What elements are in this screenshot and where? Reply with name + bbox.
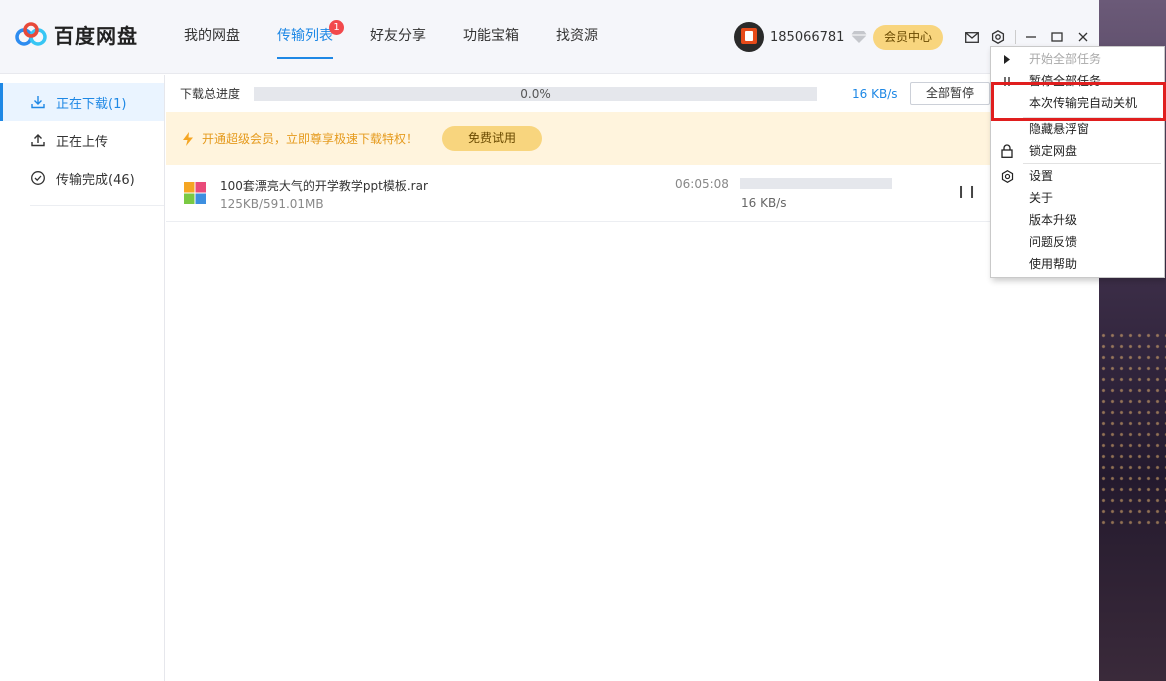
menu-item-feedback[interactable]: 问题反馈 xyxy=(991,231,1164,253)
menu-item-lock-netdisk[interactable]: 锁定网盘 xyxy=(991,140,1164,162)
pause-icon[interactable]: ❙❙ xyxy=(956,184,978,198)
settings-dropdown-menu: 开始全部任务 暂停全部任务 本次传输完自动关机 隐藏悬浮窗 锁定网盘 设置 关于… xyxy=(990,46,1165,278)
lightning-icon xyxy=(183,131,193,146)
task-file-name: 100套漂亮大气的开学教学ppt模板.rar xyxy=(220,179,428,193)
tab-friend-share[interactable]: 好友分享 xyxy=(370,0,426,74)
task-speed: 16 KB/s xyxy=(741,196,787,210)
task-file-size: 125KB/591.01MB xyxy=(220,197,324,211)
free-trial-button[interactable]: 免费试用 xyxy=(442,126,543,151)
user-name: 185066781 xyxy=(770,29,845,45)
menu-item-hide-float-window[interactable]: 隐藏悬浮窗 xyxy=(991,118,1164,140)
desktop-city-lights xyxy=(1099,330,1166,530)
controls-divider xyxy=(1015,30,1016,44)
close-icon[interactable] xyxy=(1074,28,1092,46)
tab-find-resources[interactable]: 找资源 xyxy=(556,0,598,74)
highlight-box xyxy=(991,82,1166,121)
sidebar-item-label: 传输完成(46) xyxy=(56,172,135,188)
total-progress-bar: 0.0% xyxy=(254,86,818,101)
table-row[interactable]: 100套漂亮大气的开学教学ppt模板.rar 125KB/591.01MB 06… xyxy=(166,165,1099,222)
menu-item-help[interactable]: 使用帮助 xyxy=(991,253,1164,275)
tab-toolbox[interactable]: 功能宝箱 xyxy=(463,0,519,74)
total-progress-row: 下载总进度 0.0% 16 KB/s 全部暂停 xyxy=(166,75,1099,112)
sidebar-item-completed[interactable]: 传输完成(46) xyxy=(0,159,164,197)
sidebar-item-label: 正在下载(1) xyxy=(56,96,127,112)
menu-item-start-all[interactable]: 开始全部任务 xyxy=(991,48,1164,70)
transfer-sidebar: 正在下载(1) 正在上传 传输完成(46) xyxy=(0,75,165,681)
check-circle-icon xyxy=(31,171,45,185)
menu-divider xyxy=(1023,163,1161,164)
window-controls xyxy=(963,28,1100,46)
diamond-icon xyxy=(851,31,868,43)
upload-icon xyxy=(31,134,45,147)
menu-item-settings[interactable]: 设置 xyxy=(991,165,1164,187)
menu-item-about[interactable]: 关于 xyxy=(991,187,1164,209)
gear-icon xyxy=(999,168,1015,184)
total-progress-label: 下载总进度 xyxy=(180,87,241,101)
download-icon xyxy=(31,96,45,109)
vip-center-button[interactable]: 会员中心 xyxy=(873,25,943,50)
menu-item-upgrade[interactable]: 版本升级 xyxy=(991,209,1164,231)
app-name: 百度网盘 xyxy=(54,24,138,48)
vip-promo-banner: 开通超级会员，立即尊享极速下载特权！ 免费试用 xyxy=(166,112,1099,165)
baidu-netdisk-window: 百度网盘 我的网盘 传输列表 1 好友分享 功能宝箱 找资源 185066781… xyxy=(0,0,1099,681)
transfer-count-badge: 1 xyxy=(329,20,344,35)
app-logo: 百度网盘 xyxy=(14,20,138,49)
cloud-logo-icon xyxy=(15,21,47,46)
promo-text: 开通超级会员，立即尊享极速下载特权！ xyxy=(202,132,419,146)
lock-icon xyxy=(999,143,1015,159)
task-progress-bar xyxy=(740,178,892,189)
maximize-icon[interactable] xyxy=(1048,28,1066,46)
tab-my-netdisk[interactable]: 我的网盘 xyxy=(184,0,240,74)
play-icon xyxy=(999,51,1015,67)
mail-icon[interactable] xyxy=(963,28,981,46)
pause-all-button[interactable]: 全部暂停 xyxy=(910,82,991,105)
main-nav: 我的网盘 传输列表 1 好友分享 功能宝箱 找资源 xyxy=(184,0,635,74)
sidebar-item-downloading[interactable]: 正在下载(1) xyxy=(0,83,164,121)
rar-file-icon xyxy=(184,182,206,204)
user-info[interactable]: 185066781 xyxy=(734,22,868,52)
sidebar-item-uploading[interactable]: 正在上传 xyxy=(0,121,164,159)
total-speed: 16 KB/s xyxy=(852,86,898,101)
gear-icon[interactable] xyxy=(989,28,1007,46)
title-bar: 百度网盘 我的网盘 传输列表 1 好友分享 功能宝箱 找资源 185066781… xyxy=(0,0,1099,74)
avatar[interactable] xyxy=(734,22,764,52)
download-panel: 下载总进度 0.0% 16 KB/s 全部暂停 开通超级会员，立即尊享极速下载特… xyxy=(166,75,1099,681)
task-remaining-time: 06:05:08 xyxy=(675,177,729,191)
sidebar-divider xyxy=(30,205,164,206)
sidebar-item-label: 正在上传 xyxy=(56,134,109,150)
total-progress-percent: 0.0% xyxy=(520,86,551,101)
minimize-icon[interactable] xyxy=(1022,28,1040,46)
tab-transfer-list[interactable]: 传输列表 1 xyxy=(277,0,344,74)
